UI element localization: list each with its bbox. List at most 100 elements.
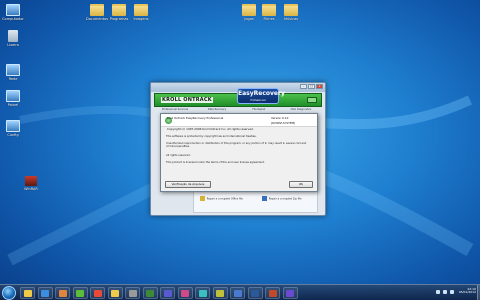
zip-repair-icon: [262, 196, 267, 201]
promo-item-office[interactable]: Repair a corrupted Office file: [200, 196, 255, 201]
app3-icon: [163, 290, 172, 297]
banner-button[interactable]: [307, 97, 317, 103]
ie-icon: [41, 290, 49, 297]
folder-icon: [90, 4, 104, 16]
minimize-button[interactable]: –: [300, 84, 307, 89]
desktop-icon-label: Músicas: [284, 17, 298, 21]
taskbar-item-app7[interactable]: [230, 287, 245, 299]
desktop-icon-label: Documentos: [86, 17, 109, 21]
desktop-icon-label: Imagens: [133, 17, 149, 21]
clock[interactable]: 22:10 05/01/2012: [459, 287, 476, 295]
taskbar-item-app4[interactable]: [177, 287, 193, 299]
folder-icon: [112, 4, 126, 16]
product-banner: KROLL ONTRACK EasyRecovery Professional: [154, 88, 322, 107]
clock-date: 05/01/2012: [458, 290, 476, 294]
taskbar-item-ie[interactable]: [37, 287, 53, 299]
logo-title: EasyRecovery: [238, 90, 285, 97]
folder-icon: [262, 4, 276, 16]
brand-label: KROLL ONTRACK: [161, 97, 213, 103]
desktop-icon-recycle-bin[interactable]: Lixeira: [2, 30, 24, 47]
taskbar-item-app6[interactable]: [212, 287, 228, 299]
about-dialog[interactable]: Kroll Ontrack EasyRecovery Professional …: [160, 113, 318, 192]
desktop-icon-label: Rede: [8, 77, 18, 81]
network-tray-icon[interactable]: [436, 290, 440, 294]
promo-item-zip[interactable]: Repair a corrupted Zip file: [262, 196, 317, 201]
promo-item-label: Repair a corrupted Office file: [206, 197, 243, 201]
taskbar-item-app2[interactable]: [142, 287, 158, 299]
flag-tray-icon[interactable]: [450, 290, 454, 294]
taskbar-item-folder[interactable]: [107, 287, 123, 299]
desktop-icon-label: Lixeira: [7, 43, 19, 47]
desktop-icon-documents[interactable]: Documentos: [86, 4, 108, 21]
explorer-icon: [23, 290, 32, 297]
taskbar-item-chrome[interactable]: [90, 287, 105, 299]
app1-icon: [128, 290, 137, 297]
taskbar-item-app1[interactable]: [125, 287, 140, 299]
dialog-paragraph: All rights reserved.: [166, 154, 191, 157]
window-tabs: Professional Services Data Recovery File…: [154, 108, 322, 112]
folder-icon: [242, 4, 256, 16]
taskbar-item-app10[interactable]: [282, 287, 298, 299]
logo-subtitle: Professional: [250, 99, 266, 102]
media-icon: [58, 290, 67, 297]
maximize-button[interactable]: □: [308, 84, 315, 89]
serial-label: [DOSEZ-SYSTEM]: [271, 121, 296, 125]
network-icon: [6, 64, 20, 76]
file-check-button[interactable]: Verificação de Arquivos: [165, 181, 211, 188]
close-button[interactable]: x: [316, 84, 323, 89]
folder-icon: [134, 4, 148, 16]
desktop-icon-pictures[interactable]: Imagens: [130, 4, 152, 21]
folder-icon: [111, 290, 119, 297]
ok-button[interactable]: OK: [289, 181, 313, 188]
copyright-line: Copyright (c) 1997-2006 Kroll Ontrack In…: [167, 127, 254, 131]
easyrecovery-logo: EasyRecovery Professional: [237, 88, 285, 104]
desktop-icon-control-panel[interactable]: Painel: [2, 90, 24, 107]
app7-icon: [233, 290, 242, 297]
computer-icon: [6, 4, 20, 16]
desktop-icon-music[interactable]: Músicas: [280, 4, 302, 21]
taskbar-item-media[interactable]: [55, 287, 70, 299]
app6-icon: [216, 290, 224, 297]
app8-icon: [251, 290, 259, 297]
taskbar-item-app5[interactable]: [195, 287, 210, 299]
control-panel-icon: [6, 90, 20, 102]
tab-file-repair[interactable]: File Repair: [238, 108, 280, 112]
desktop-icon-label: Painel: [7, 103, 19, 107]
tab-data-recovery[interactable]: Data Recovery: [196, 108, 238, 112]
taskbar-item-app8[interactable]: [247, 287, 263, 299]
settings-icon: [6, 120, 20, 132]
desktop-icon-movies[interactable]: Filmes: [258, 4, 280, 21]
start-button[interactable]: [2, 286, 16, 300]
volume-tray-icon[interactable]: [443, 290, 447, 294]
app9-icon: [268, 290, 277, 297]
taskbar-item-app9[interactable]: [265, 287, 280, 299]
winrar-icon: [25, 176, 37, 186]
dialog-paragraph: This software is protected by copyright …: [166, 135, 257, 138]
desktop-icon-label: Computador: [2, 17, 24, 21]
app5-icon: [198, 290, 207, 297]
tab-disk-diagnostics[interactable]: Disk Diagnostics: [280, 108, 322, 112]
desktop-icon-winrar[interactable]: WinRAR: [20, 176, 42, 191]
promo-strip: Repair a corrupted Office file Repair a …: [193, 191, 318, 213]
recycle-bin-icon: [8, 30, 18, 42]
desktop-icon-label: Programas: [109, 17, 129, 21]
desktop-icon-network[interactable]: Rede: [2, 64, 24, 81]
product-line: Kroll Ontrack EasyRecovery Professional: [167, 116, 224, 120]
chrome-icon: [93, 290, 102, 297]
app2-icon: [146, 290, 154, 297]
taskbar-item-utorrent[interactable]: [72, 287, 88, 299]
desktop-icon-computer[interactable]: Computador: [2, 4, 24, 21]
desktop-icon-label: WinRAR: [24, 187, 38, 191]
desktop-icon-games[interactable]: Jogos: [238, 4, 260, 21]
desktop-icon-settings[interactable]: Config: [2, 120, 24, 137]
taskbar-item-app3[interactable]: [160, 287, 175, 299]
dialog-paragraph: Unauthorized reproduction or distributio…: [166, 142, 307, 149]
dialog-paragraph: This product is licensed under the terms…: [166, 161, 265, 164]
taskbar: 22:10 05/01/2012: [0, 284, 480, 300]
desktop-icon-programs[interactable]: Programas: [108, 4, 130, 21]
system-tray: [436, 290, 454, 294]
tab-professional-services[interactable]: Professional Services: [154, 108, 196, 112]
app10-icon: [286, 290, 294, 297]
taskbar-item-explorer[interactable]: [20, 287, 35, 299]
desktop-icon-label: Jogos: [244, 17, 254, 21]
